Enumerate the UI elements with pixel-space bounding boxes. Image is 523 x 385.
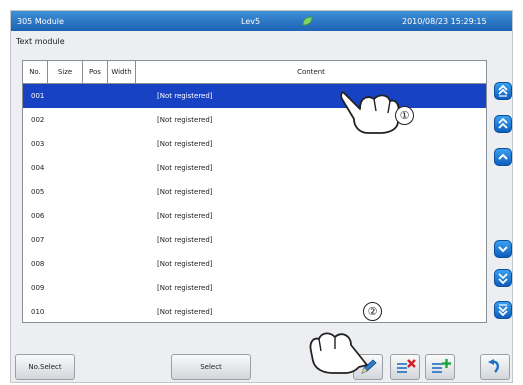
line-up-button[interactable]: [494, 148, 512, 166]
scroll-top-icon: [498, 84, 508, 97]
table-row[interactable]: 004 [Not registered]: [23, 156, 486, 180]
table-row[interactable]: 008 [Not registered]: [23, 252, 486, 276]
page-down-button[interactable]: [494, 269, 512, 287]
table-row[interactable]: 009 [Not registered]: [23, 276, 486, 300]
table-row[interactable]: 007 [Not registered]: [23, 228, 486, 252]
row-number: 008: [31, 260, 45, 268]
scroll-bottom-button[interactable]: [494, 301, 512, 319]
row-content: [Not registered]: [157, 308, 213, 316]
row-content: [Not registered]: [157, 284, 213, 292]
table-row[interactable]: 010 [Not registered]: [23, 300, 486, 324]
select-button[interactable]: Select: [171, 354, 251, 380]
row-number: 006: [31, 212, 45, 220]
row-number: 007: [31, 236, 45, 244]
table-row[interactable]: 005 [Not registered]: [23, 180, 486, 204]
back-button[interactable]: [480, 354, 510, 380]
row-content: [Not registered]: [157, 140, 213, 148]
row-number: 009: [31, 284, 45, 292]
row-number: 005: [31, 188, 45, 196]
back-icon: [488, 359, 499, 373]
table-row[interactable]: 001 [Not registered]: [23, 84, 486, 108]
table-header: No. Size Pos Width Content: [23, 61, 486, 84]
user-level: Lev5: [241, 17, 261, 26]
row-number: 002: [31, 116, 45, 124]
table-row[interactable]: 003 [Not registered]: [23, 132, 486, 156]
column-content: Content: [297, 68, 325, 76]
column-width: Width: [108, 61, 136, 83]
table-row[interactable]: 006 [Not registered]: [23, 204, 486, 228]
page-up-button[interactable]: [494, 115, 512, 133]
line-down-icon: [498, 246, 508, 253]
row-content: [Not registered]: [157, 116, 213, 124]
no-select-button[interactable]: No.Select: [15, 354, 75, 380]
add-button[interactable]: [425, 354, 455, 380]
line-down-button[interactable]: [494, 240, 512, 258]
row-content: [Not registered]: [157, 212, 213, 220]
row-number: 003: [31, 140, 45, 148]
line-up-icon: [498, 153, 508, 160]
datetime: 2010/08/23 15:29:15: [402, 17, 487, 26]
scroll-top-button[interactable]: [494, 82, 512, 100]
row-content: [Not registered]: [157, 92, 213, 100]
page-down-icon: [498, 273, 508, 285]
scroll-bottom-icon: [498, 304, 508, 317]
row-number: 001: [31, 92, 45, 100]
page-title: Text module: [16, 37, 65, 46]
row-content: [Not registered]: [157, 236, 213, 244]
module-name: 305 Module: [17, 17, 64, 26]
page-up-icon: [498, 117, 508, 129]
row-number: 010: [31, 308, 45, 316]
delete-icon: [397, 359, 416, 373]
callout-one: ①: [395, 106, 414, 125]
add-icon: [432, 359, 451, 373]
table-row[interactable]: 002 [Not registered]: [23, 108, 486, 132]
pointing-hand-icon: [340, 91, 400, 134]
column-no: No.: [23, 61, 48, 83]
row-content: [Not registered]: [157, 164, 213, 172]
title-bar: 305 Module Lev5 2010/08/23 15:29:15: [11, 11, 512, 31]
column-pos: Pos: [83, 61, 108, 83]
row-content: [Not registered]: [157, 188, 213, 196]
column-size: Size: [48, 61, 83, 83]
leaf-icon: [302, 16, 313, 26]
pointing-hand-icon: [309, 332, 368, 374]
delete-button[interactable]: [390, 354, 420, 380]
callout-two: ②: [363, 302, 382, 321]
row-content: [Not registered]: [157, 260, 213, 268]
text-table: No. Size Pos Width Content 001 [Not regis…: [22, 60, 487, 323]
screen: 305 Module Lev5 2010/08/23 15:29:15 Text…: [10, 10, 513, 383]
row-number: 004: [31, 164, 45, 172]
